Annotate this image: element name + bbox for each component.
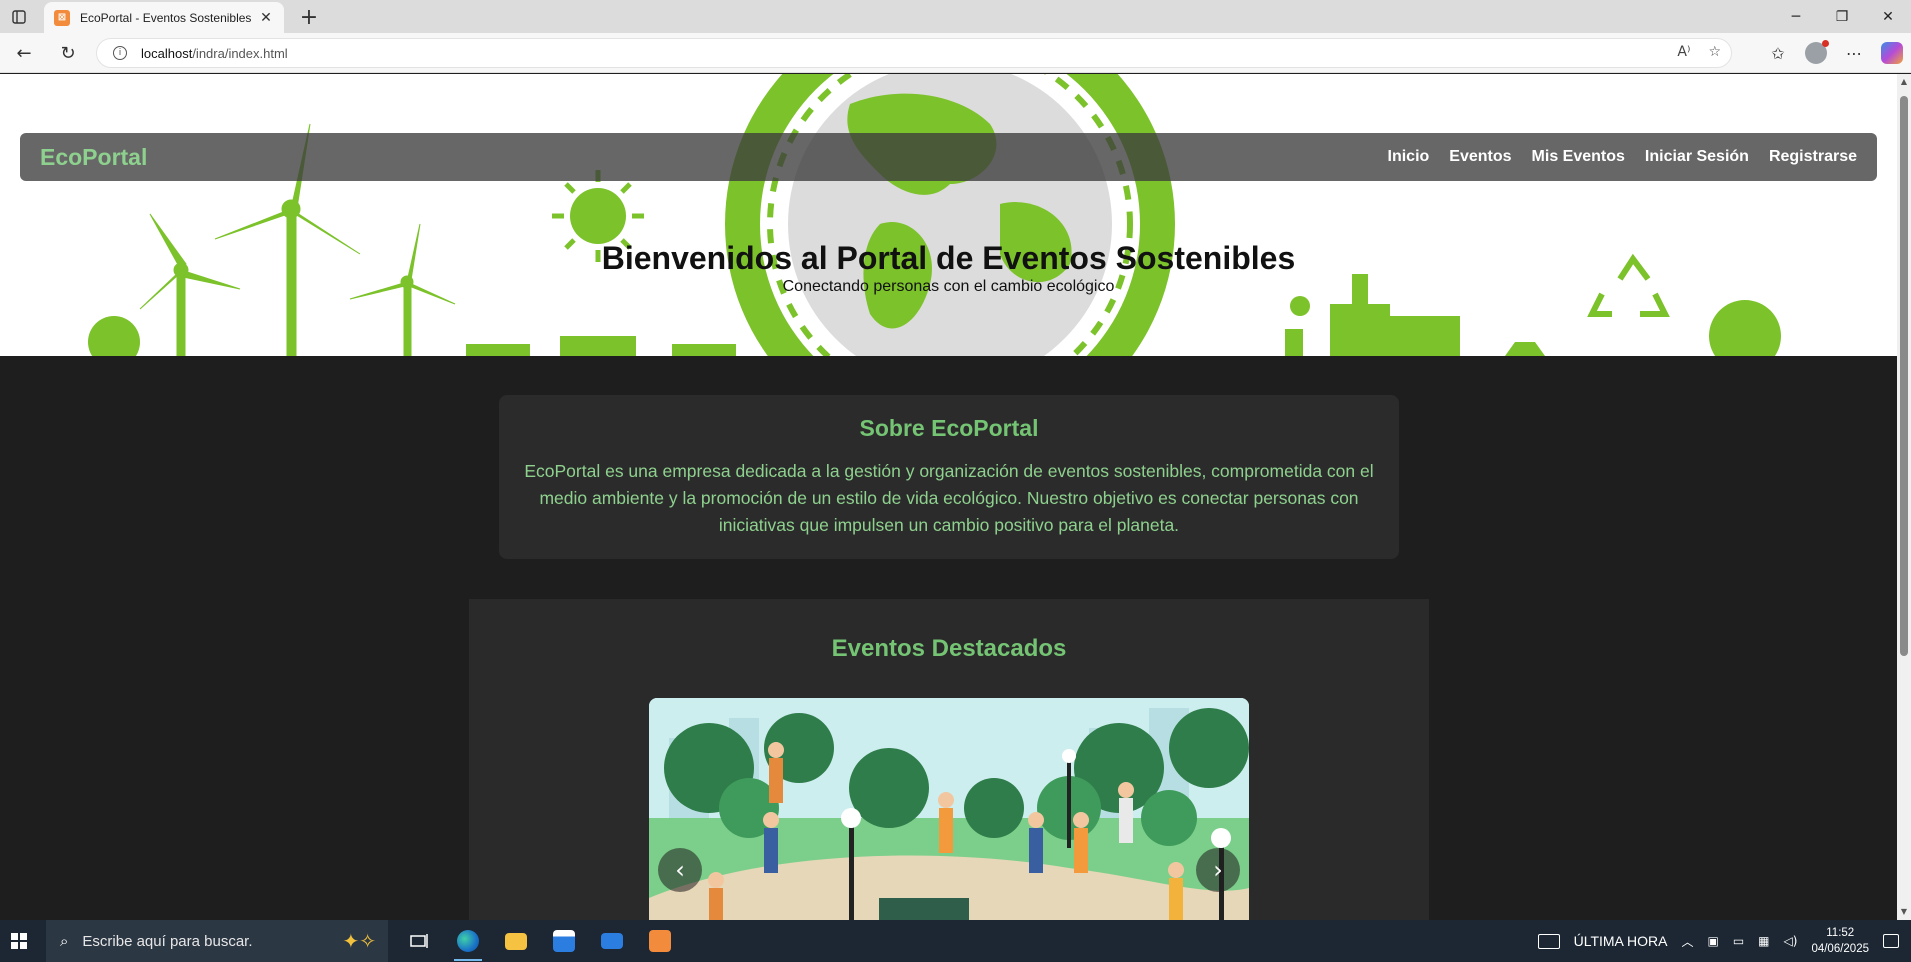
news-label[interactable]: ÚLTIMA HORA: [1574, 933, 1668, 949]
nav-eventos[interactable]: Eventos: [1449, 148, 1511, 166]
park-cleanup-illustration: [649, 698, 1249, 920]
taskbar-search[interactable]: ⌕ Escribe aquí para buscar. ✦✧: [46, 920, 388, 962]
site-navbar: EcoPortal Inicio Eventos Mis Eventos Ini…: [20, 133, 1877, 181]
eco-illustration: [88, 74, 1781, 356]
network-icon[interactable]: ▦: [1758, 934, 1769, 948]
copilot-icon[interactable]: [1881, 42, 1903, 64]
profile-avatar-icon[interactable]: [1805, 40, 1829, 64]
scroll-thumb[interactable]: [1900, 96, 1908, 656]
page-scrollbar[interactable]: ▲ ▼: [1897, 74, 1911, 920]
favorites-icon[interactable]: ✩: [1765, 40, 1791, 66]
hero-title: Bienvenidos al Portal de Eventos Sosteni…: [601, 240, 1296, 276]
site-info-icon[interactable]: i: [113, 46, 127, 60]
edge-taskbar-button[interactable]: [444, 920, 492, 962]
hero-banner: EcoPortal Inicio Eventos Mis Eventos Ini…: [0, 74, 1897, 356]
store-icon: [553, 930, 575, 952]
scroll-down-icon[interactable]: ▼: [1900, 908, 1908, 916]
carousel-next-button[interactable]: ›: [1196, 848, 1240, 892]
notifications-icon[interactable]: [1883, 934, 1899, 948]
clock-date: 04/06/2025: [1811, 943, 1869, 955]
xampp-button[interactable]: [636, 920, 684, 962]
taskbar-apps: [396, 920, 684, 962]
browser-tab-bar: ⊠ EcoPortal - Eventos Sostenibles ✕ + ─ …: [0, 0, 1911, 33]
search-icon: ⌕: [60, 932, 69, 950]
windows-logo-icon: [11, 933, 27, 949]
hero-subtitle: Conectando personas con el cambio ecológ…: [782, 278, 1115, 295]
site-logo[interactable]: EcoPortal: [40, 144, 147, 171]
task-view-icon: [410, 934, 428, 948]
nav-inicio[interactable]: Inicio: [1388, 148, 1430, 166]
mail-button[interactable]: [588, 920, 636, 962]
about-text: EcoPortal es una empresa dedicada a la g…: [524, 461, 1374, 535]
refresh-icon[interactable]: ↻: [54, 40, 82, 66]
address-bar[interactable]: i localhost/indra/index.html A⁾ ☆: [96, 38, 1732, 68]
show-hidden-icons-icon[interactable]: ︿: [1681, 933, 1693, 950]
nav-mis-eventos[interactable]: Mis Eventos: [1532, 148, 1625, 166]
news-icon[interactable]: [1537, 933, 1560, 949]
mail-icon: [601, 933, 623, 949]
address-toolbar: ← ↻ i localhost/indra/index.html A⁾ ☆ ✩ …: [0, 33, 1911, 73]
carousel-prev-button[interactable]: ‹: [658, 848, 702, 892]
xampp-icon: [649, 930, 671, 952]
edge-icon: [457, 930, 479, 952]
folder-icon: [505, 932, 527, 950]
xampp-favicon-icon: ⊠: [54, 9, 70, 26]
scroll-up-icon[interactable]: ▲: [1900, 78, 1908, 86]
nav-registrarse[interactable]: Registrarse: [1769, 148, 1857, 166]
start-button[interactable]: [0, 920, 38, 962]
search-placeholder: Escribe aquí para buscar.: [82, 932, 253, 950]
url-text: localhost/indra/index.html: [141, 45, 288, 61]
meet-now-icon[interactable]: ▣: [1707, 934, 1718, 948]
system-tray: ÚLTIMA HORA ︿ ▣ ▭ ▦ ◁) 11:52 04/06/2025: [1537, 920, 1911, 962]
clock[interactable]: 11:52 04/06/2025: [1811, 925, 1869, 957]
about-section: Sobre EcoPortal EcoPortal es una empresa…: [499, 395, 1399, 559]
events-carousel[interactable]: ‹ ›: [649, 698, 1249, 920]
new-tab-button[interactable]: +: [296, 4, 322, 30]
store-button[interactable]: [540, 920, 588, 962]
task-view-button[interactable]: [396, 920, 444, 962]
featured-events-section: Eventos Destacados ‹ ›: [469, 599, 1429, 920]
search-highlight-icon: ✦✧: [342, 929, 376, 953]
battery-icon[interactable]: ▭: [1733, 934, 1744, 948]
about-title: Sobre EcoPortal: [859, 415, 1039, 441]
restore-icon[interactable]: ❐: [1819, 0, 1865, 33]
file-explorer-button[interactable]: [492, 920, 540, 962]
tab-actions-icon[interactable]: [8, 6, 30, 28]
back-icon[interactable]: ←: [10, 40, 38, 66]
favorite-star-icon[interactable]: ☆: [1708, 44, 1721, 60]
minimize-icon[interactable]: ─: [1773, 0, 1819, 33]
nav-iniciar-sesion[interactable]: Iniciar Sesión: [1645, 148, 1749, 166]
read-aloud-icon[interactable]: A⁾: [1677, 44, 1690, 60]
browser-tab-active[interactable]: ⊠ EcoPortal - Eventos Sostenibles ✕: [44, 2, 284, 33]
more-menu-icon[interactable]: ⋯: [1841, 40, 1867, 66]
tab-title: EcoPortal - Eventos Sostenibles: [80, 10, 252, 25]
window-controls: ─ ❐ ✕: [1773, 0, 1911, 33]
main-menu: Inicio Eventos Mis Eventos Iniciar Sesió…: [1388, 148, 1857, 166]
page-viewport: EcoPortal Inicio Eventos Mis Eventos Ini…: [0, 74, 1897, 920]
volume-icon[interactable]: ◁): [1784, 934, 1798, 948]
windows-taskbar: ⌕ Escribe aquí para buscar. ✦✧ ÚLTIMA HO…: [0, 920, 1911, 962]
close-window-icon[interactable]: ✕: [1865, 0, 1911, 33]
clock-time: 11:52: [1826, 927, 1855, 939]
close-tab-icon[interactable]: ✕: [258, 10, 274, 26]
events-title: Eventos Destacados: [831, 635, 1067, 662]
